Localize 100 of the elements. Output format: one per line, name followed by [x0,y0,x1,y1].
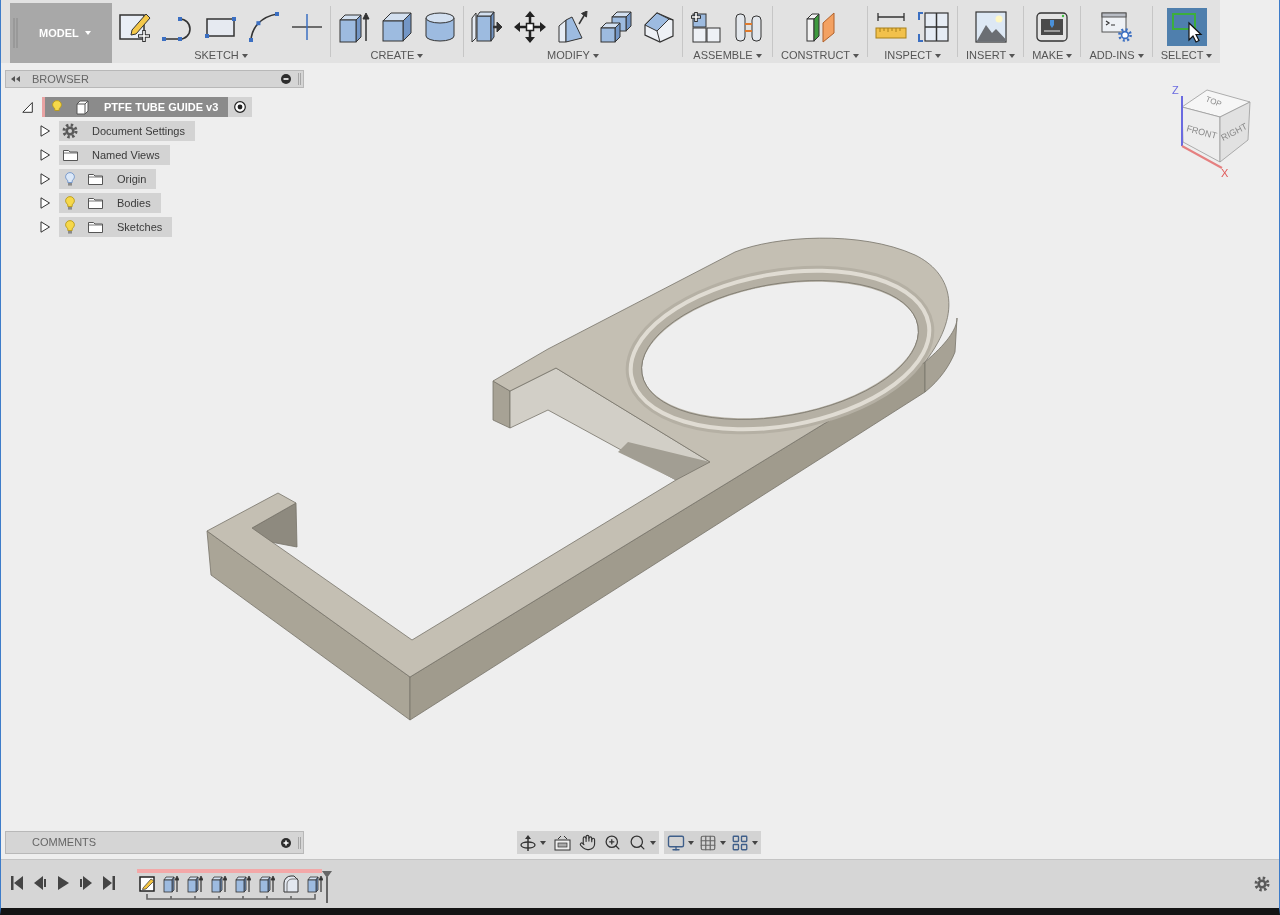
step-back-icon [34,875,46,891]
caret-icon [84,31,91,35]
terminal-gear-icon [1100,11,1133,43]
select-button[interactable] [1166,8,1207,46]
collapse-panel-button[interactable] [11,76,20,82]
box-arrow-icon [338,11,370,43]
tree-item[interactable]: Document Settings [59,121,195,141]
folder-icon [63,149,78,161]
activate-button[interactable] [228,97,253,117]
ribbon-menu-button[interactable]: INSERT [966,49,1016,62]
planes-icon [804,11,837,43]
double-arrow-left-icon [11,76,20,82]
tree-item[interactable]: PTFE TUBE GUIDE v3 [42,97,229,117]
ribbon-menu-button[interactable]: SKETCH [194,49,248,62]
caret-icon [1206,53,1213,58]
caret-icon [720,840,726,845]
tree-item-label: Sketches [117,219,163,235]
look-at-button[interactable] [554,834,571,851]
tree-item[interactable]: Origin [59,169,157,189]
arc-icon [248,11,280,43]
ribbon-menu-button[interactable]: INSPECT [884,49,941,62]
grip-icon [298,73,301,85]
lightbulb-icon[interactable] [65,172,75,186]
ribbon-menu-button[interactable]: SELECT [1160,49,1213,62]
folder-icon [88,197,103,209]
cross-line-icon [291,11,323,43]
monitor-icon [667,833,685,852]
caret-icon [241,53,248,58]
caret-icon [752,840,758,845]
caret-icon [417,53,424,58]
grid-settings-button[interactable] [699,833,726,852]
caret-icon [1009,53,1016,58]
tree-item[interactable]: Sketches [59,217,173,237]
step-back-button[interactable] [34,875,46,891]
add-comment-button[interactable] [281,837,291,848]
grip-icon [298,836,301,849]
triangle-icon[interactable] [22,101,33,113]
ribbon-menu-button[interactable]: CONSTRUCT [781,49,860,62]
step-forward-button[interactable] [80,875,92,891]
box-arrow-icon[interactable] [211,875,227,893]
triangle-icon[interactable] [40,149,51,161]
ribbon-menu-button[interactable]: CREATE [370,49,424,62]
minimize-panel-button[interactable] [281,74,291,84]
box-arrow-icon[interactable] [187,875,203,893]
four-panes-icon [731,833,749,852]
gear-icon [62,123,78,139]
ribbon-menu-button[interactable]: ASSEMBLE [693,49,762,62]
pan-button[interactable] [579,834,596,851]
ribbon-menu-button[interactable]: MAKE [1032,49,1073,62]
box-arrow-icon[interactable] [235,875,251,893]
joint-icon [733,11,765,43]
triangle-icon[interactable] [40,197,51,209]
tree-item-label: Bodies [117,195,151,211]
ribbon-menu-button[interactable]: MODIFY [547,49,599,62]
box-arrow-icon[interactable] [307,875,323,893]
hand-icon [579,834,596,851]
display-settings-button[interactable] [667,833,694,852]
box-arrow-icon[interactable] [163,875,179,893]
pencil-square-icon[interactable] [139,875,155,893]
image-icon [974,11,1007,43]
timeline-settings-button[interactable] [1254,876,1270,892]
box-arrow-icon[interactable] [259,875,275,893]
cube-icon [381,11,413,43]
triangle-icon[interactable] [40,125,51,137]
caret-icon [755,53,762,58]
caret-icon [540,840,546,845]
go-to-start-button[interactable] [11,875,23,891]
timeline-marker[interactable] [322,871,332,903]
chamfered-cube-icon [643,11,675,43]
move-arrows-icon [514,11,546,43]
framed-screen-icon [554,834,571,851]
orbit-button[interactable] [520,833,546,852]
panel-title: BROWSER [32,71,89,87]
orbit-icon [520,833,536,852]
grid-icon [699,833,717,852]
triangle-icon[interactable] [40,173,51,185]
caret-icon [688,840,694,845]
play-button[interactable] [57,875,69,891]
cubes-plus-icon [690,11,722,43]
caret-icon [853,53,860,58]
boxes-arrow-icon [471,11,503,43]
cylinder-icon [424,11,456,43]
grid-bracket-icon [918,11,951,43]
printer-icon [1036,11,1069,43]
zoom-window-button[interactable] [629,834,656,851]
caret-icon [1066,53,1073,58]
skip-back-icon [11,875,23,891]
view-cube[interactable] [1181,89,1251,169]
tree-item[interactable]: Bodies [59,193,161,213]
viewports-button[interactable] [731,833,758,852]
folder-icon [88,173,103,185]
go-to-end-button[interactable] [103,875,115,891]
tree-item-label: PTFE TUBE GUIDE v3 [104,99,219,115]
zoom-button[interactable] [604,834,621,851]
view-cube-label: TOP [1204,94,1223,109]
axis-label: Z [1172,84,1179,96]
tree-item[interactable]: Named Views [59,145,170,165]
rounded-block-icon[interactable] [283,875,299,893]
triangle-icon[interactable] [40,221,51,233]
ribbon-menu-button[interactable]: ADD-INS [1089,49,1144,62]
